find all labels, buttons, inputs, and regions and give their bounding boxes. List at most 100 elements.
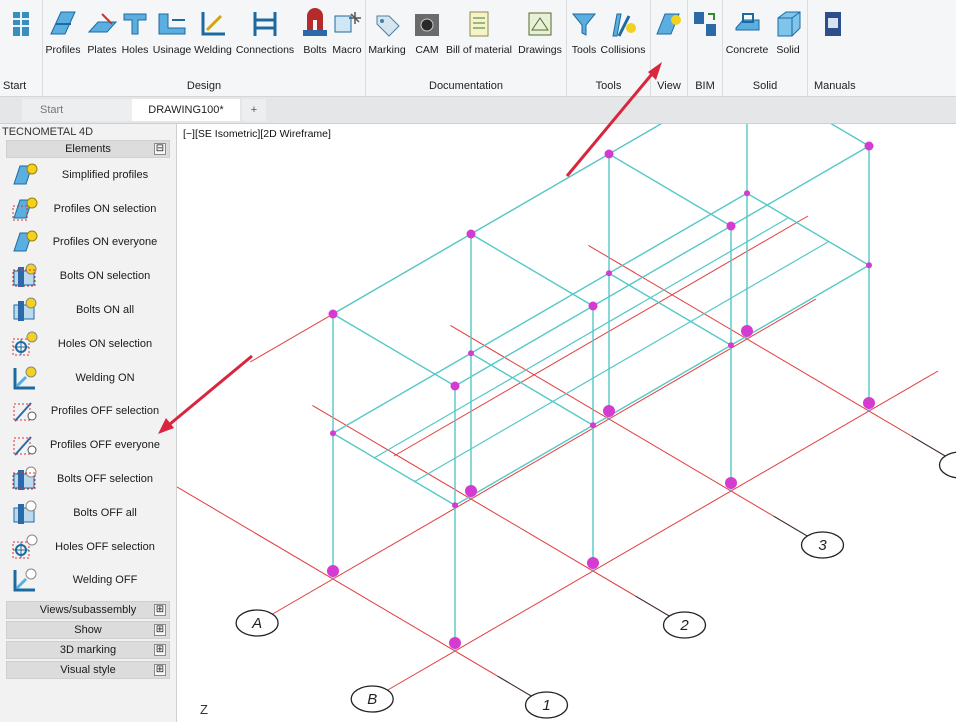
holes-label: Holes	[121, 44, 149, 56]
palette-item-label: Holes OFF selection	[55, 540, 155, 553]
bolts-button[interactable]: Bolts	[299, 4, 331, 74]
palette-item-simplified-profiles[interactable]: Simplified profiles	[0, 158, 176, 192]
beam	[332, 192, 748, 434]
palette-item-bolts-off-selection[interactable]: Bolts OFF selection	[0, 462, 176, 496]
section-elements[interactable]: Elements ⊟	[6, 140, 170, 158]
macro-icon	[330, 4, 364, 44]
drawings-button[interactable]: Drawings	[516, 4, 564, 74]
palette-item-label: Simplified profiles	[61, 168, 149, 181]
palette-item-label: Holes ON selection	[57, 337, 153, 350]
section-label: Views/subassembly	[39, 604, 137, 617]
beam	[746, 192, 870, 266]
palette-item-holes-on-selection[interactable]: Holes ON selection	[0, 327, 176, 361]
palette-item-bolts-off-all[interactable]: Bolts OFF all	[0, 496, 176, 530]
grid-bubble-3: 3	[800, 531, 845, 559]
concrete-button[interactable]: Concrete	[726, 4, 768, 74]
cam-icon	[410, 4, 444, 44]
palette-item-holes-off-selection[interactable]: Holes OFF selection	[0, 530, 176, 564]
plates-button[interactable]: Plates	[85, 4, 119, 74]
welding-button[interactable]: Welding	[193, 4, 233, 74]
ribbon-group-label: Start	[3, 80, 27, 92]
profiles-button[interactable]: Profiles	[45, 4, 81, 74]
beam-connection	[330, 430, 336, 437]
section-3d-marking[interactable]: 3D marking ⊞	[6, 641, 170, 660]
welding-on-icon	[13, 366, 37, 390]
bill-of-material-icon	[462, 4, 496, 44]
section-views-subassembly[interactable]: Views/subassembly ⊞	[6, 601, 170, 620]
palette-item-profiles-on-selection[interactable]: Profiles ON selection	[0, 192, 176, 226]
bim-button[interactable]	[690, 4, 720, 74]
palette-item-label: Bolts ON selection	[59, 270, 151, 283]
collapse-icon[interactable]: ⊟	[154, 143, 166, 155]
beam	[332, 124, 663, 315]
section-label: Show	[74, 624, 102, 637]
palette-item-label: Profiles OFF everyone	[49, 439, 161, 452]
bill-of-material-label: Bill of material	[446, 44, 512, 56]
expand-icon[interactable]: ⊞	[154, 604, 166, 617]
ribbon-group-bim: BIM	[688, 0, 723, 96]
macro-label: Macro	[332, 44, 362, 56]
palette-item-label: Welding OFF	[72, 574, 138, 587]
holes-on-selection-icon	[12, 331, 38, 356]
usinage-icon	[155, 4, 189, 44]
base-plate-connection	[863, 397, 875, 409]
welding-label: Welding	[194, 44, 232, 56]
simplified-profiles-icon	[13, 163, 38, 185]
connections-icon	[248, 4, 282, 44]
collisions-button[interactable]: Collisions	[599, 4, 647, 74]
bolts-label: Bolts	[303, 44, 327, 56]
top-connection	[328, 309, 338, 319]
connections-button[interactable]: Connections	[233, 4, 297, 74]
palette-item-profiles-off-everyone[interactable]: Profiles OFF everyone	[0, 428, 176, 462]
palette-item-label: Bolts ON all	[75, 304, 135, 317]
section-visual-style[interactable]: Visual style ⊞	[6, 661, 170, 680]
tools-button[interactable]: Tools	[569, 4, 599, 74]
beam-connection	[590, 422, 596, 429]
usinage-button[interactable]: Usinage	[151, 4, 193, 74]
grid-line	[385, 370, 939, 692]
marking-button[interactable]: Marking	[368, 4, 406, 74]
welding-icon	[196, 4, 230, 44]
start-button[interactable]	[6, 4, 36, 74]
top-connection	[864, 141, 874, 151]
tab-drawing-label: DRAWING100*	[148, 104, 224, 116]
tab-drawing[interactable]: DRAWING100* ×	[132, 99, 240, 121]
top-connection	[726, 221, 736, 231]
palette-item-label: Profiles ON everyone	[52, 236, 158, 249]
palette-item-profiles-on-everyone[interactable]: Profiles ON everyone	[0, 226, 176, 260]
section-label: 3D marking	[59, 644, 117, 657]
expand-icon[interactable]: ⊞	[154, 624, 166, 637]
section-show[interactable]: Show ⊞	[6, 621, 170, 640]
cam-label: CAM	[415, 44, 439, 56]
palette-item-profiles-off-selection[interactable]: Profiles OFF selection	[0, 395, 176, 429]
plates-icon	[85, 4, 119, 44]
palette-item-bolts-on-selection[interactable]: Bolts ON selection	[0, 259, 176, 293]
expand-icon[interactable]: ⊞	[154, 664, 166, 677]
top-connection	[588, 301, 598, 311]
base-plate-connection	[327, 565, 339, 577]
ribbon-group-tools: Tools Collisions Tools	[567, 0, 651, 96]
tab-start-label: Start	[40, 104, 64, 116]
cam-button[interactable]: CAM	[412, 4, 442, 74]
palette-item-bolts-on-all[interactable]: Bolts ON all	[0, 293, 176, 327]
palette-item-welding-on[interactable]: Welding ON	[0, 361, 176, 395]
palette-item-welding-off[interactable]: Welding OFF	[0, 564, 176, 598]
beam-connection	[452, 502, 458, 509]
tab-start[interactable]: Start	[22, 99, 132, 121]
solid-button[interactable]: Solid	[773, 4, 803, 74]
base-plate-connection	[465, 485, 477, 497]
palette-item-label: Profiles ON selection	[53, 202, 157, 215]
model-viewport[interactable]: [−][SE Isometric][2D Wireframe] AB1234 Z	[177, 124, 956, 722]
manuals-button[interactable]	[818, 4, 848, 74]
plus-icon: +	[250, 104, 258, 116]
macro-button[interactable]: Macro	[331, 4, 363, 74]
ribbon-group-label: Solid	[752, 80, 778, 92]
bolts-on-selection-icon	[12, 263, 37, 288]
view-button[interactable]	[653, 4, 685, 74]
connections-label: Connections	[235, 44, 295, 56]
new-tab-button[interactable]: +	[242, 99, 266, 121]
expand-icon[interactable]: ⊞	[154, 644, 166, 657]
secondary-beam	[414, 240, 830, 483]
holes-button[interactable]: Holes	[119, 4, 151, 74]
bill-of-material-button[interactable]: Bill of material	[446, 4, 512, 74]
